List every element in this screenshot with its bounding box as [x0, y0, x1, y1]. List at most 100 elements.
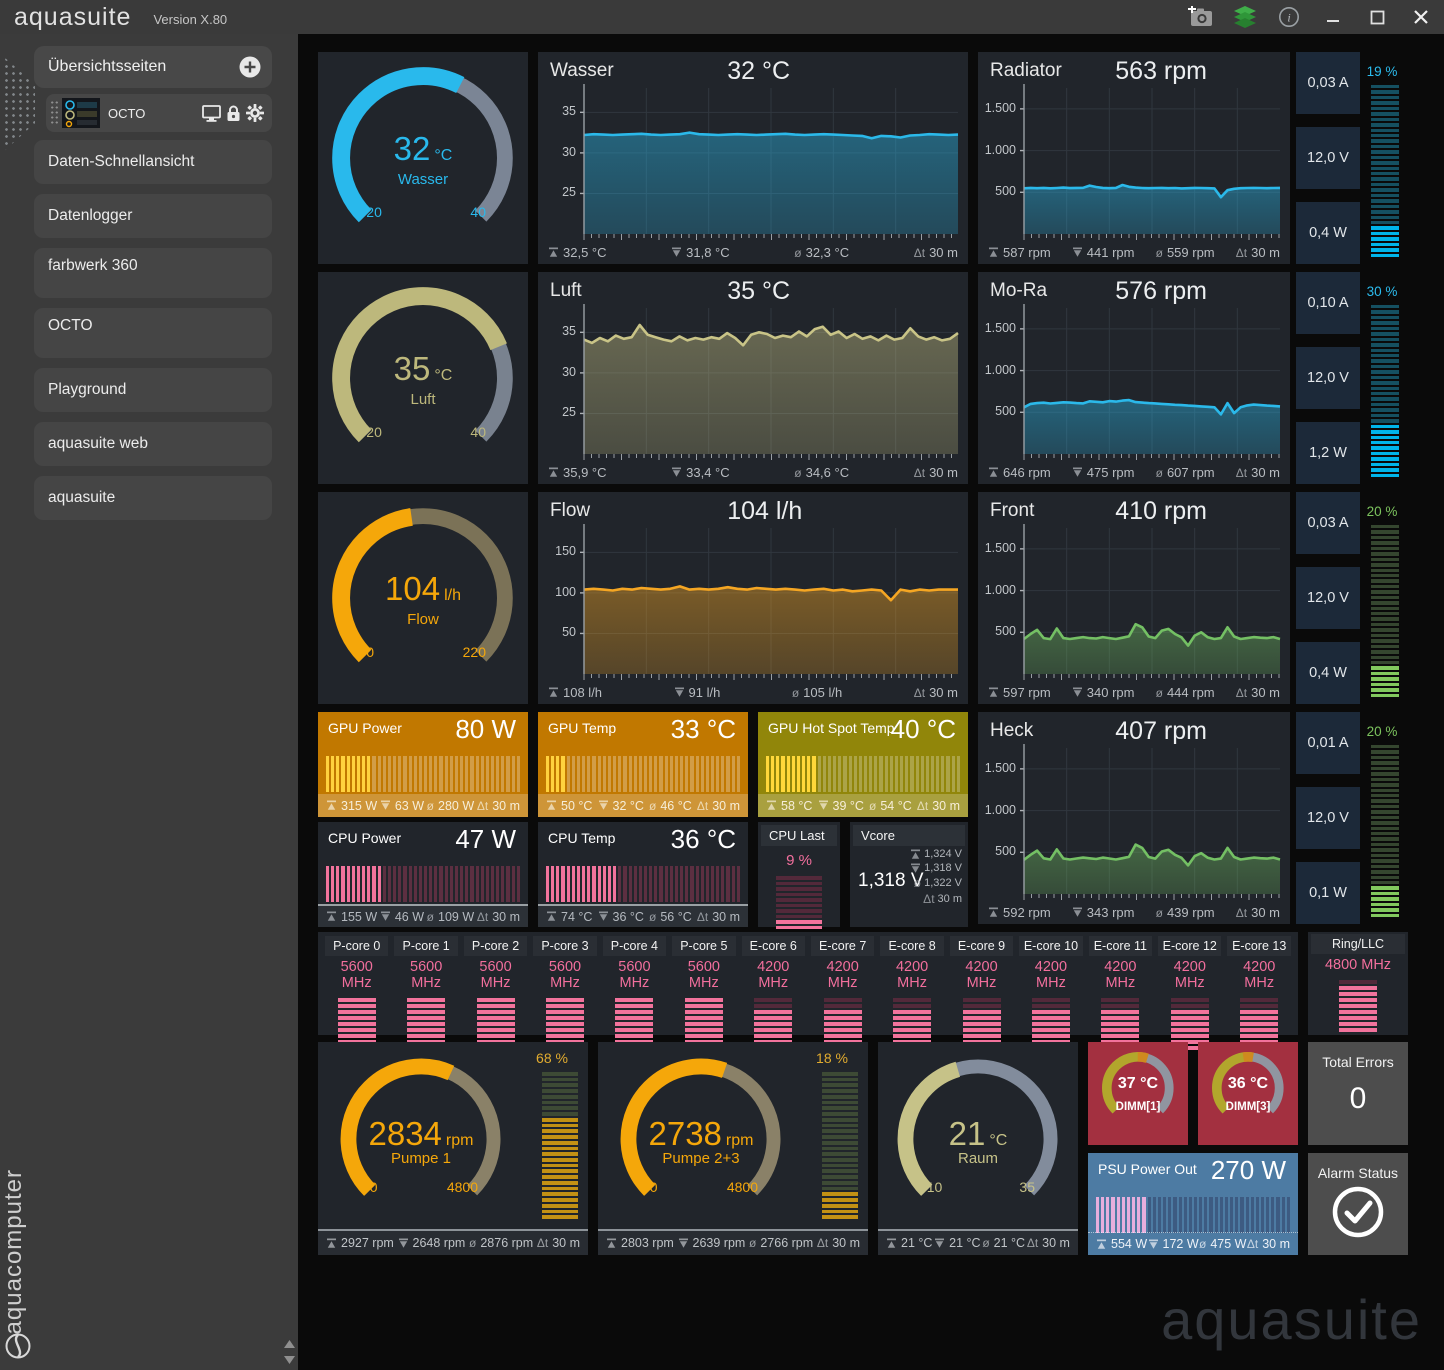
meter-bar — [485, 756, 489, 792]
sidebar-item-label: farbwerk 360 — [48, 257, 138, 274]
meter-bar — [638, 866, 642, 902]
meter-bar — [900, 756, 904, 792]
meter-stripe — [684, 1010, 723, 1014]
meter-stripe — [1371, 848, 1399, 852]
meter-stripe — [822, 1077, 858, 1082]
sidebar-group-overview-pages[interactable]: Übersichtsseiten — [34, 46, 272, 88]
meter-stripe — [893, 1028, 932, 1032]
meter-stripe — [1170, 1028, 1209, 1032]
sidebar-item-octo[interactable]: OCTO — [34, 308, 272, 358]
meter-bar — [1183, 1197, 1187, 1233]
meter-stripe — [1371, 837, 1399, 841]
meter-stripe — [1339, 1004, 1377, 1008]
scroll-up-button[interactable] — [284, 1340, 295, 1348]
meter-stripe — [1371, 875, 1399, 879]
meter-stripe — [476, 1034, 515, 1038]
stat-value: 34,6 °C — [805, 465, 850, 480]
vcore-title: Vcore — [853, 825, 965, 846]
average-icon: ø 475 W — [1199, 1237, 1247, 1251]
sidebar-item-playground[interactable]: Playground — [34, 368, 272, 412]
max-icon: 592 rpm — [988, 905, 1051, 920]
meter-stripe — [542, 1203, 578, 1208]
meter-bar — [771, 756, 775, 792]
meter-bar — [362, 756, 366, 792]
minimize-button[interactable] — [1318, 4, 1348, 30]
bar-tile-title: CPU Temp — [548, 830, 616, 846]
y-axis-tick-label: 50 — [562, 625, 576, 640]
stat-value: 30 m — [552, 1236, 580, 1250]
meter-stripe — [1371, 155, 1399, 160]
meter-bar — [669, 756, 673, 792]
sidebar-item-aquasuite[interactable]: aquasuite — [34, 476, 272, 520]
meter-bar — [1157, 1197, 1162, 1233]
meter-bar — [393, 866, 397, 902]
stat-value: 439 rpm — [1166, 905, 1215, 920]
sidebar-item-aquasuite-web[interactable]: aquasuite web — [34, 422, 272, 466]
meter-bar — [1173, 1197, 1177, 1233]
tile-vcore: Vcore 1,318 V 1,324 V 1,318 V ø 1,322 V Δt 30 m — [850, 822, 968, 927]
meter-bar — [1121, 1197, 1125, 1233]
meter-bar — [843, 756, 847, 792]
sidebar-item-datenlogger[interactable]: Datenlogger — [34, 194, 272, 238]
meter-bar — [1193, 1197, 1198, 1233]
settings-gear-icon[interactable] — [246, 104, 264, 122]
layers-button[interactable] — [1230, 4, 1260, 30]
stats-row: 35,9 °C 33,4 °C ø 34,6 °C Δt 30 m — [548, 465, 958, 480]
add-page-button[interactable] — [238, 55, 262, 79]
duty-percent-label: 30 % — [1366, 284, 1398, 299]
chart-current-value: 563 rpm — [1115, 57, 1207, 85]
meter-stripe — [1339, 1028, 1377, 1032]
sidebar-page-octo[interactable]: OCTO — [46, 94, 272, 132]
meter-bar — [408, 756, 412, 792]
maximize-button[interactable] — [1362, 4, 1392, 30]
meter-bar — [501, 756, 505, 792]
gauge-max: 40 — [470, 203, 486, 220]
core-cell-p-core-5: P-core 5 5600 MHz — [672, 934, 736, 1050]
drag-handle[interactable] — [50, 100, 59, 126]
pump-duty-meter — [822, 1072, 858, 1220]
bar-tile-title: GPU Temp — [548, 720, 617, 736]
gauge-number: 21 — [948, 1114, 986, 1152]
gauge-wasser: 32 °C Wasser 20 40 — [318, 52, 528, 264]
info-button[interactable]: i — [1274, 4, 1304, 30]
meter-stripe — [822, 1146, 858, 1151]
close-button[interactable] — [1406, 4, 1436, 30]
meter-stripe — [893, 1004, 932, 1008]
meter-bar — [362, 866, 366, 902]
core-cell-p-core-4: P-core 4 5600 MHz — [602, 934, 667, 1050]
gauge-number: 104 — [385, 570, 441, 608]
core-label: E-core 12 — [1158, 936, 1222, 956]
meter-stripe — [822, 1198, 858, 1202]
display-icon[interactable] — [202, 104, 221, 122]
meter-stripe — [1101, 998, 1140, 1002]
meter-bar — [449, 866, 453, 902]
raum-gauge: 21 °C Raum 10 35 — [883, 1046, 1073, 1232]
meter-bar — [1266, 1197, 1270, 1233]
meter-stripe — [1240, 1016, 1279, 1020]
meter-bar — [1276, 1197, 1280, 1233]
screenshot-button[interactable] — [1186, 4, 1216, 30]
vcore-stats: 1,324 V 1,318 V ø 1,322 V Δt 30 m — [910, 848, 962, 906]
lock-icon[interactable] — [226, 105, 241, 122]
meter-stripe — [1371, 788, 1399, 792]
meter-stripe — [542, 1077, 578, 1082]
meter-bar — [576, 866, 581, 902]
meter-stripe — [542, 1152, 578, 1157]
tile-gpu-hotspot-temp: GPU Hot Spot Temp 40 °C 58 °C 39 °C ø 54 °C Δt… — [758, 712, 968, 817]
meter-stripe — [776, 903, 822, 907]
stat-value: 30 m — [929, 245, 958, 260]
bar-tile-value: 80 W — [455, 714, 516, 744]
gauge-label: Luft — [410, 390, 436, 408]
sidebar-item-farbwerk-360[interactable]: farbwerk 360 — [34, 248, 272, 298]
average-icon: ø 109 W — [426, 909, 475, 924]
sidebar-item-daten-schnellansicht[interactable]: Daten-Schnellansicht — [34, 140, 272, 184]
meter-stripe — [823, 998, 862, 1002]
scroll-down-button[interactable] — [284, 1356, 295, 1364]
meter-stripe — [615, 1028, 654, 1032]
meter-bar — [434, 756, 438, 792]
meter-bar — [705, 866, 709, 902]
meter-stripe — [1371, 133, 1399, 138]
meter-stripe — [1170, 1010, 1209, 1014]
average-icon: ø 2766 rpm — [749, 1236, 814, 1250]
bar-tile-meter — [326, 756, 520, 792]
